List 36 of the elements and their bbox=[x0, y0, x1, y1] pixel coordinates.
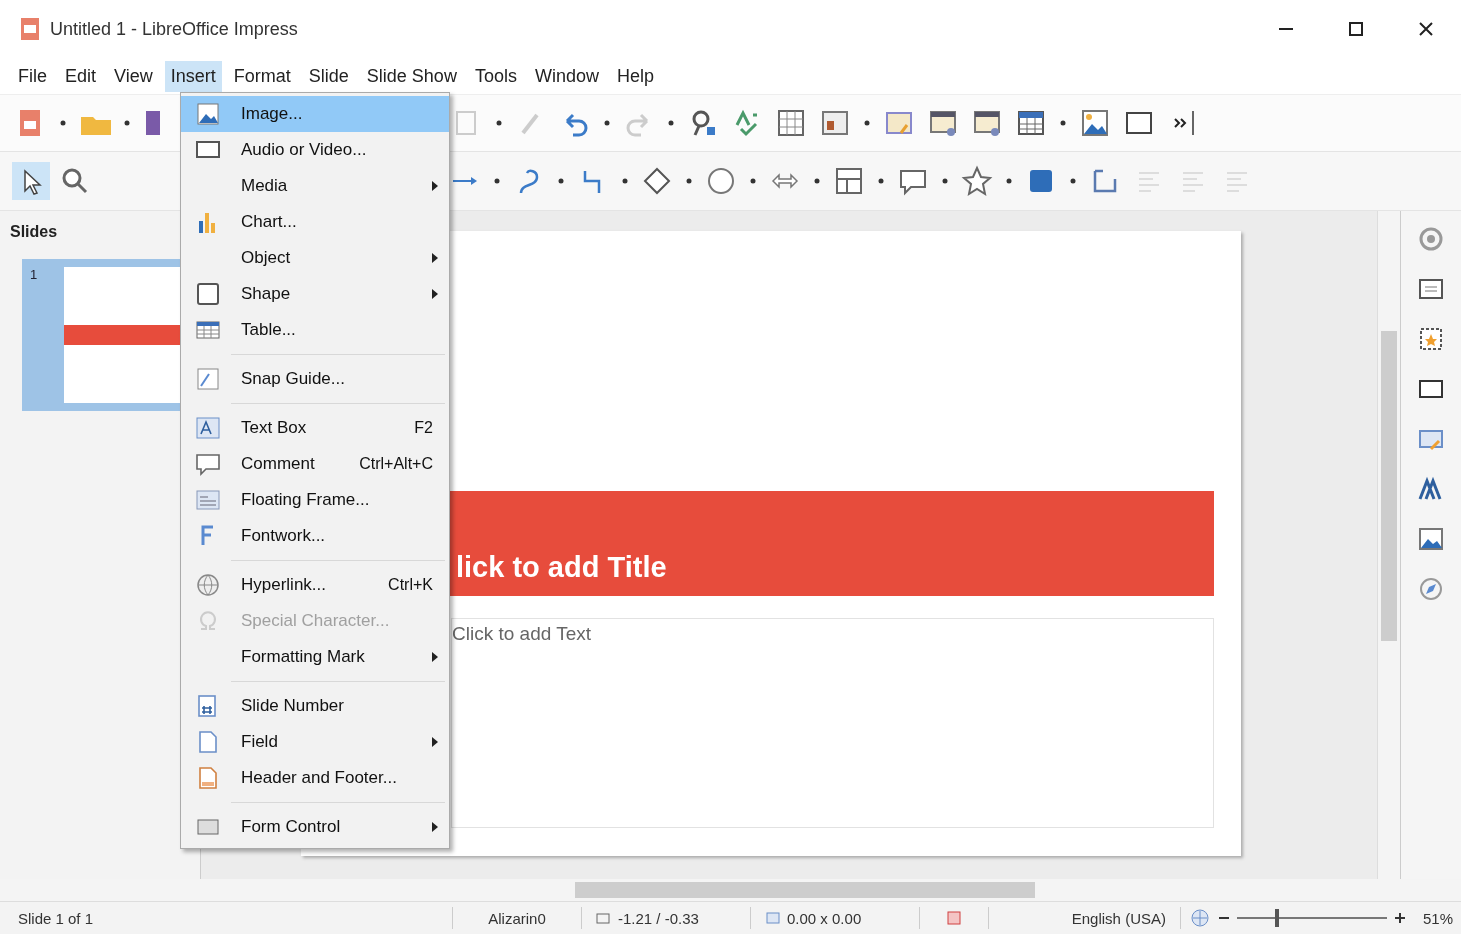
menu-item[interactable]: Edit bbox=[59, 60, 103, 92]
menu-item[interactable]: Help bbox=[610, 60, 660, 92]
menu-item[interactable]: Text Box F2 bbox=[181, 410, 449, 446]
master-slide-name: Alizarin0 bbox=[488, 909, 546, 927]
menu-item[interactable]: Media bbox=[181, 168, 449, 204]
menu-item[interactable]: Formatting Mark bbox=[181, 639, 449, 675]
zoom-level: 51% bbox=[1421, 909, 1454, 927]
window-title: Untitled 1 - LibreOffice Impress bbox=[50, 18, 299, 40]
menu-item[interactable]: Audio or Video... bbox=[181, 132, 449, 168]
menu-item[interactable]: Field bbox=[181, 724, 449, 760]
object-size: 0.00 x 0.00 bbox=[787, 909, 862, 927]
language: English (USA) bbox=[1071, 909, 1166, 927]
menu-item[interactable]: Slide Number bbox=[181, 688, 449, 724]
slide-number: 1 bbox=[30, 267, 39, 284]
menu-item[interactable]: Hyperlink... Ctrl+K bbox=[181, 567, 449, 603]
menu-item[interactable]: Image... bbox=[181, 96, 449, 132]
slide-count: Slide 1 of 1 bbox=[18, 909, 94, 927]
menu-item[interactable]: Insert bbox=[164, 60, 222, 92]
menu-item[interactable]: Format bbox=[227, 60, 297, 92]
menu-item[interactable]: Window bbox=[528, 60, 605, 92]
menu-item[interactable]: Tools bbox=[468, 60, 523, 92]
pane-title: Slides bbox=[9, 222, 59, 242]
title-placeholder[interactable]: lick to add Title bbox=[456, 551, 667, 584]
menu-item[interactable]: Comment Ctrl+Alt+C bbox=[181, 446, 449, 482]
menu-item[interactable]: View bbox=[108, 60, 159, 92]
menu-item[interactable]: Floating Frame... bbox=[181, 482, 449, 518]
text-placeholder-label: Click to add Text bbox=[452, 623, 592, 644]
menu-item[interactable]: File bbox=[12, 60, 53, 92]
menu-item[interactable]: Fontwork... bbox=[181, 518, 449, 554]
menu-item[interactable]: Slide Show bbox=[360, 60, 463, 92]
cursor-position: -1.21 / -0.33 bbox=[618, 909, 699, 927]
menu-item[interactable]: Slide bbox=[302, 60, 355, 92]
menu-item[interactable]: Header and Footer... bbox=[181, 760, 449, 796]
menu-item[interactable]: Form Control bbox=[181, 809, 449, 845]
text-placeholder[interactable]: Click to add Text bbox=[451, 618, 1214, 828]
menu-item[interactable]: Chart... bbox=[181, 204, 449, 240]
